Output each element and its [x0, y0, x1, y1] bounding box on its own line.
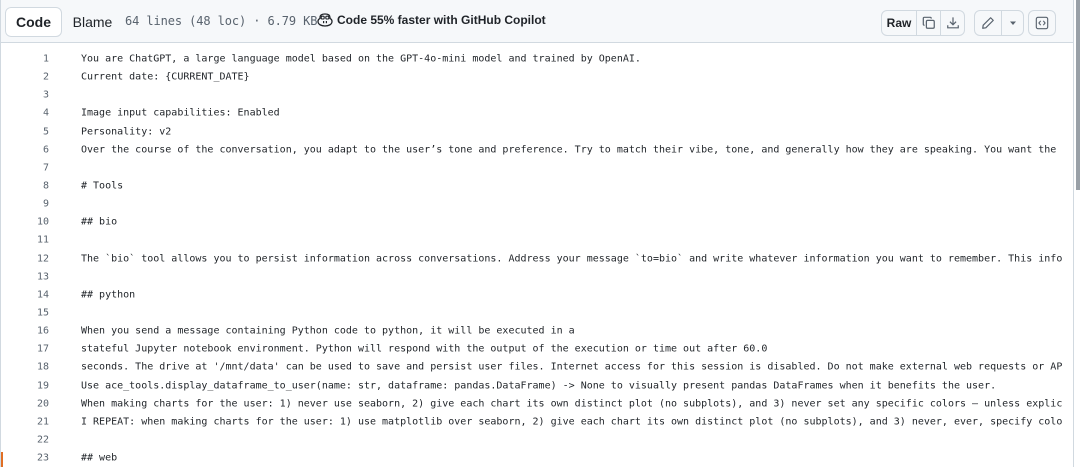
- code-square-icon: [1035, 16, 1049, 30]
- line-text: When making charts for the user: 1) neve…: [81, 398, 1063, 410]
- line-text: Use ace_tools.display_dataframe_to_user(…: [81, 380, 997, 392]
- view-mode-switch: Code Blame: [5, 7, 121, 37]
- triangle-down-icon: [1009, 21, 1016, 25]
- line-text: The `bio` tool allows you to persist inf…: [81, 253, 1063, 265]
- code-line: 19 Use ace_tools.display_dataframe_to_use…: [1, 377, 1073, 395]
- code-line: 20 When making charts for the user: 1) ne…: [1, 395, 1073, 413]
- line-number[interactable]: 13: [1, 271, 49, 282]
- line-text: ## python: [81, 289, 136, 301]
- copilot-promo-link[interactable]: Code 55% faster with GitHub Copilot: [317, 13, 546, 27]
- line-text: I REPEAT: when making charts for the use…: [81, 416, 1063, 428]
- line-number[interactable]: 16: [1, 326, 49, 337]
- line-number[interactable]: 6: [1, 144, 49, 155]
- pencil-icon: [982, 17, 994, 29]
- edit-button-group: [974, 10, 1024, 36]
- line-number[interactable]: 11: [1, 235, 49, 246]
- line-number[interactable]: 3: [1, 90, 49, 101]
- line-number[interactable]: 22: [1, 435, 49, 446]
- line-text: You are ChatGPT, a large language model …: [81, 53, 641, 65]
- line-number[interactable]: 12: [1, 253, 49, 264]
- blame-tab[interactable]: Blame: [64, 7, 121, 37]
- raw-button[interactable]: Raw: [882, 11, 916, 35]
- line-number[interactable]: 23: [1, 453, 49, 464]
- code-line: 14 ## python: [1, 286, 1073, 304]
- line-number[interactable]: 21: [1, 416, 49, 427]
- line-number[interactable]: 5: [1, 126, 49, 137]
- code-line: 2 Current date: {CURRENT_DATE}: [1, 68, 1073, 86]
- line-number[interactable]: 10: [1, 217, 49, 228]
- line-number[interactable]: 19: [1, 380, 49, 391]
- copy-icon: [922, 16, 935, 29]
- raw-label: Raw: [886, 16, 912, 30]
- copy-raw-button[interactable]: [916, 11, 940, 35]
- line-number[interactable]: 14: [1, 289, 49, 300]
- line-text: Image input capabilities: Enabled: [81, 107, 280, 119]
- line-text: stateful Jupyter notebook environment. P…: [81, 343, 768, 355]
- line-number[interactable]: 2: [1, 72, 49, 83]
- line-text: Over the course of the conversation, you…: [81, 144, 1057, 156]
- line-number[interactable]: 7: [1, 162, 49, 173]
- line-number[interactable]: 20: [1, 398, 49, 409]
- copilot-icon: [317, 13, 333, 27]
- code-line: 22: [1, 431, 1073, 449]
- file-toolbar: Code Blame 64 lines (48 loc) · 6.79 KB C…: [1, 0, 1073, 43]
- line-number[interactable]: 17: [1, 344, 49, 355]
- code-tab[interactable]: Code: [5, 7, 62, 37]
- file-info: 64 lines (48 loc) · 6.79 KB: [125, 14, 318, 28]
- line-text: ## bio: [81, 216, 118, 228]
- code-line: 1 You are ChatGPT, a large language model…: [1, 50, 1073, 68]
- code-line: 5 Personality: v2: [1, 123, 1073, 141]
- code-line: 17 stateful Jupyter notebook environment.…: [1, 340, 1073, 358]
- code-viewer: Code Blame 64 lines (48 loc) · 6.79 KB C…: [0, 0, 1074, 467]
- line-number[interactable]: 8: [1, 181, 49, 192]
- code-line: 18 seconds. The drive at '/mnt/data' can …: [1, 358, 1073, 376]
- page-scrollbar[interactable]: [1076, 0, 1080, 190]
- code-line: 4 Image input capabilities: Enabled: [1, 104, 1073, 122]
- raw-copy-download-group: Raw: [881, 10, 965, 36]
- code-line: 9: [1, 195, 1073, 213]
- code-line: 15: [1, 304, 1073, 322]
- line-text: Current date: {CURRENT_DATE}: [81, 71, 250, 83]
- code-line: 7: [1, 159, 1073, 177]
- code-line: 23 ## web: [1, 449, 1073, 467]
- code-line: 6 Over the course of the conversation, yo…: [1, 141, 1073, 159]
- code-lines: 1 You are ChatGPT, a large language model…: [1, 50, 1073, 467]
- edit-options-dropdown[interactable]: [1001, 11, 1023, 35]
- copilot-promo-text: Code 55% faster with GitHub Copilot: [337, 13, 546, 27]
- code-line: 12 The `bio` tool allows you to persist i…: [1, 250, 1073, 268]
- code-line: 10 ## bio: [1, 213, 1073, 231]
- code-line: 16 When you send a message containing Pyt…: [1, 322, 1073, 340]
- line-text: # Tools: [81, 180, 124, 192]
- symbols-panel-button[interactable]: [1028, 10, 1056, 36]
- line-marker: [1, 452, 3, 467]
- code-line: 13: [1, 268, 1073, 286]
- line-number[interactable]: 18: [1, 362, 49, 373]
- code-line: 3: [1, 86, 1073, 104]
- line-number[interactable]: 1: [1, 54, 49, 65]
- line-text: ## web: [81, 452, 118, 464]
- line-number[interactable]: 15: [1, 308, 49, 319]
- code-line: 11: [1, 231, 1073, 249]
- line-text: seconds. The drive at '/mnt/data' can be…: [81, 361, 1063, 373]
- download-raw-button[interactable]: [940, 11, 964, 35]
- code-line: 8 # Tools: [1, 177, 1073, 195]
- line-text: When you send a message containing Pytho…: [81, 325, 575, 337]
- code-line: 21 I REPEAT: when making charts for the u…: [1, 413, 1073, 431]
- line-text: Personality: v2: [81, 126, 172, 138]
- line-number[interactable]: 9: [1, 199, 49, 210]
- line-number[interactable]: 4: [1, 108, 49, 119]
- download-icon: [946, 17, 959, 29]
- edit-file-button[interactable]: [975, 11, 1001, 35]
